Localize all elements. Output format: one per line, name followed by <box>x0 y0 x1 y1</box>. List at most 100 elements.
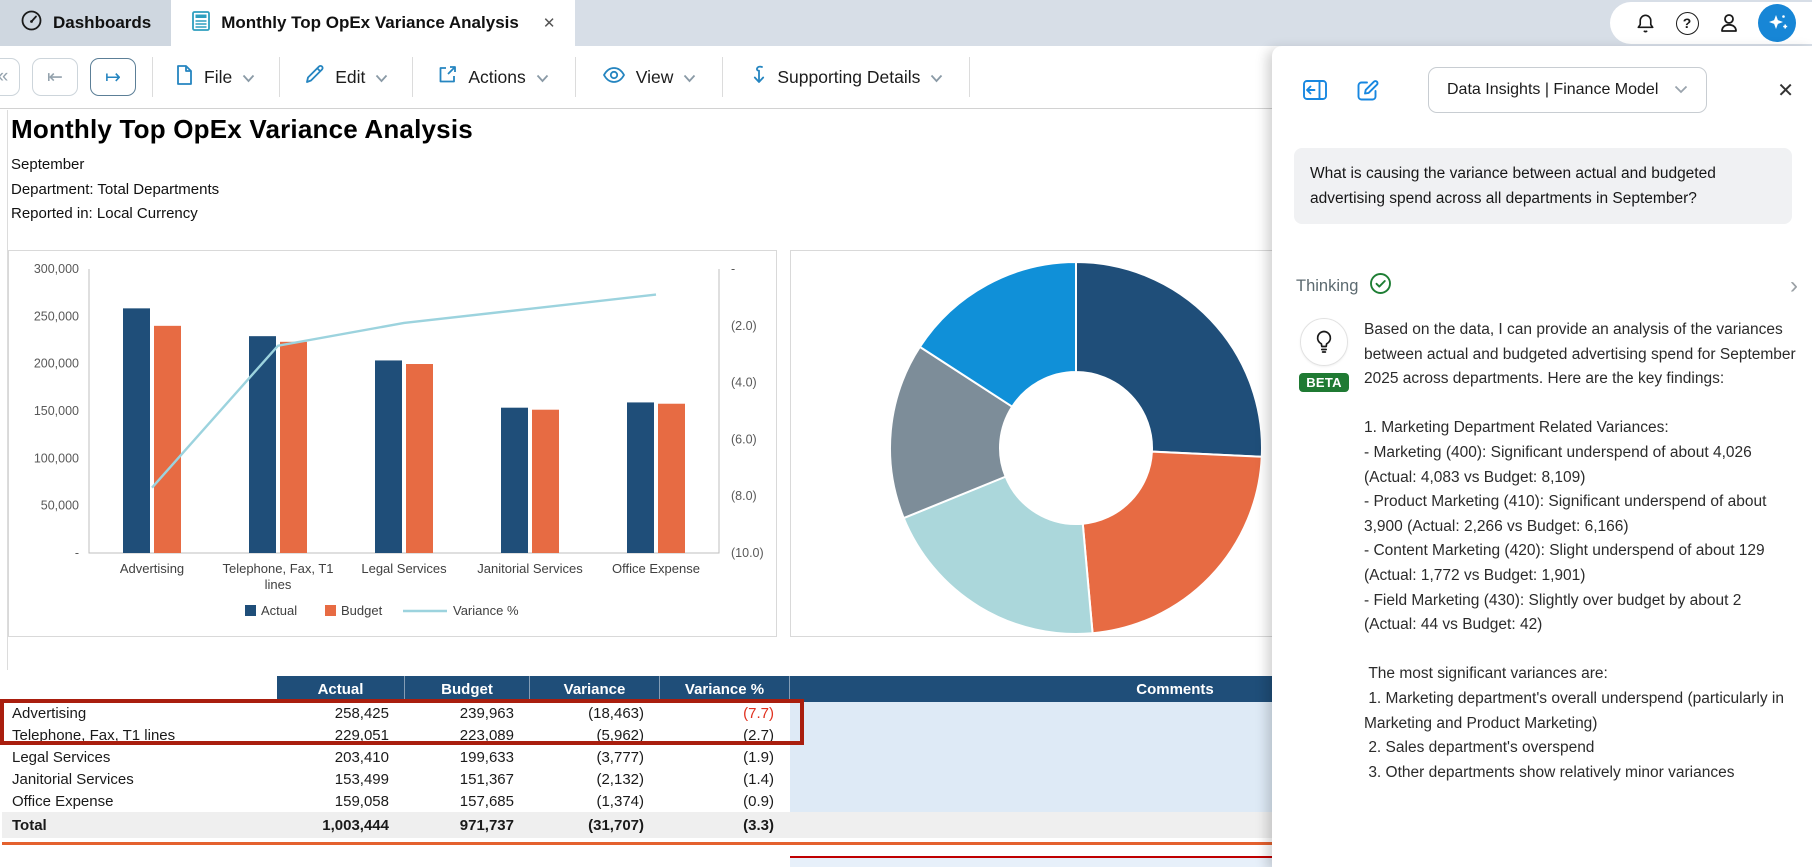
row-label: Office Expense <box>12 792 114 810</box>
eye-icon <box>602 66 626 89</box>
close-tab-icon[interactable]: ✕ <box>543 14 556 32</box>
page-title: Monthly Top OpEx Variance Analysis <box>11 114 473 144</box>
svg-text:(6.0): (6.0) <box>731 432 757 446</box>
assistant-answer: BETA Based on the data, I can provide an… <box>1288 318 1796 785</box>
divider <box>279 57 281 97</box>
notifications-bell-icon[interactable] <box>1632 10 1658 36</box>
beta-badge: BETA <box>1299 373 1349 392</box>
cell-budget: 223,089 <box>459 726 514 744</box>
donut-segment <box>1081 450 1263 635</box>
menu-label: File <box>204 66 233 87</box>
row-label: Telephone, Fax, T1 lines <box>12 726 176 744</box>
menu-edit[interactable]: Edit <box>304 64 388 90</box>
tab-bar: Dashboards Monthly Top OpEx Variance Ana… <box>0 0 1812 46</box>
cell-variance-pct: (1.4) <box>743 770 774 788</box>
topbar-icon-group: ? <box>1610 2 1812 44</box>
chevron-down-icon <box>375 67 388 88</box>
tab-dashboards[interactable]: Dashboards <box>0 0 172 46</box>
pencil-icon <box>304 64 325 90</box>
svg-text:100,000: 100,000 <box>34 451 79 465</box>
application-window: Dashboards Monthly Top OpEx Variance Ana… <box>0 0 1812 867</box>
collapse-sidebar-button[interactable]: « <box>0 58 20 96</box>
total-label: Total <box>2 812 277 838</box>
menu-label: Edit <box>335 66 366 87</box>
cell-variance-pct: (0.9) <box>743 792 774 810</box>
svg-text:(2.0): (2.0) <box>731 319 757 333</box>
assistant-answer-text: Based on the data, I can provide an anal… <box>1364 321 1796 781</box>
svg-text:200,000: 200,000 <box>34 357 79 371</box>
menu-label: View <box>635 66 674 87</box>
ai-sparkle-icon[interactable] <box>1758 4 1796 42</box>
report-icon <box>191 10 211 37</box>
tab-label: Dashboards <box>53 13 152 32</box>
total-variance-pct: (3.3) <box>660 812 790 838</box>
cell-actual: 203,410 <box>334 748 389 766</box>
tab-monthly-opex[interactable]: Monthly Top OpEx Variance Analysis ✕ <box>171 0 576 46</box>
svg-text:Janitorial Services: Janitorial Services <box>477 561 583 576</box>
cell-budget: 151,367 <box>459 770 514 788</box>
menu-actions[interactable]: Actions <box>437 64 548 90</box>
divider <box>152 57 153 97</box>
svg-text:-: - <box>75 546 79 560</box>
thinking-status-row[interactable]: Thinking › <box>1296 272 1798 300</box>
cell-actual: 153,499 <box>334 770 389 788</box>
report-period: September <box>11 156 85 173</box>
arrow-down-icon <box>749 64 767 91</box>
cell-budget: 239,963 <box>459 704 514 722</box>
svg-text:50,000: 50,000 <box>41 499 79 513</box>
close-panel-icon[interactable]: ✕ <box>1777 68 1794 112</box>
divider <box>722 57 724 97</box>
report-header: Monthly Top OpEx Variance Analysis Septe… <box>11 114 473 227</box>
thinking-label: Thinking <box>1296 276 1359 295</box>
gauge-icon <box>20 9 43 37</box>
menu-label: Actions <box>468 66 526 87</box>
divider <box>574 57 576 97</box>
cell-variance-pct: (1.9) <box>743 748 774 766</box>
svg-text:300,000: 300,000 <box>34 262 79 276</box>
chevron-down-icon <box>536 67 549 88</box>
menu-supporting-details[interactable]: Supporting Details <box>749 64 943 91</box>
file-icon <box>175 64 194 91</box>
svg-text:Actual: Actual <box>261 603 297 618</box>
column-header-Variance %: Variance % <box>660 676 790 702</box>
account-icon[interactable] <box>1716 10 1742 36</box>
menu-file[interactable]: File <box>175 64 255 91</box>
chevron-down-icon <box>930 67 943 88</box>
forward-button[interactable]: ↦ <box>90 58 136 96</box>
svg-text:(4.0): (4.0) <box>731 376 757 390</box>
donut-segment <box>1075 260 1263 458</box>
help-icon[interactable]: ? <box>1674 10 1700 36</box>
svg-text:Telephone, Fax, T1: Telephone, Fax, T1 <box>222 561 333 576</box>
svg-text:Legal Services: Legal Services <box>361 561 447 576</box>
svg-text:Variance %: Variance % <box>453 603 519 618</box>
column-header-Actual: Actual <box>277 676 405 702</box>
model-selector-dropdown[interactable]: Data Insights | Finance Model <box>1428 67 1708 113</box>
svg-text:Office Expense: Office Expense <box>612 561 700 576</box>
external-action-icon <box>437 64 458 90</box>
chevron-down-icon <box>1674 81 1688 99</box>
data-insights-panel: Data Insights | Finance Model ✕ What is … <box>1272 46 1812 867</box>
svg-text:(10.0): (10.0) <box>731 546 764 560</box>
cell-variance: (2,132) <box>596 770 644 788</box>
column-header-Budget: Budget <box>405 676 530 702</box>
divider <box>969 57 971 97</box>
back-button[interactable]: ⇤ <box>32 58 78 96</box>
menu-view[interactable]: View <box>602 66 697 89</box>
expand-chevron-icon[interactable]: › <box>1790 274 1798 298</box>
variance-bar-chart: - 50,000 100,000 150,000 200,000 250,000 300,0… <box>8 250 777 637</box>
cell-budget: 157,685 <box>459 792 514 810</box>
svg-text:150,000: 150,000 <box>34 404 79 418</box>
svg-text:Budget: Budget <box>341 603 383 618</box>
svg-text:(8.0): (8.0) <box>731 489 757 503</box>
row-label: Legal Services <box>12 748 111 766</box>
chevron-down-icon <box>242 67 255 88</box>
collapse-panel-icon[interactable] <box>1300 75 1330 105</box>
column-header-Variance: Variance <box>530 676 660 702</box>
cell-variance-pct: (7.7) <box>743 704 774 722</box>
model-selector-label: Data Insights | Finance Model <box>1447 81 1659 98</box>
cell-variance: (1,374) <box>596 792 644 810</box>
svg-text:250,000: 250,000 <box>34 309 79 323</box>
bar-line-combo-chart: - 50,000 100,000 150,000 200,000 250,000 300,0… <box>34 262 764 618</box>
cell-actual: 258,425 <box>334 704 389 722</box>
new-chat-compose-icon[interactable] <box>1352 75 1382 105</box>
